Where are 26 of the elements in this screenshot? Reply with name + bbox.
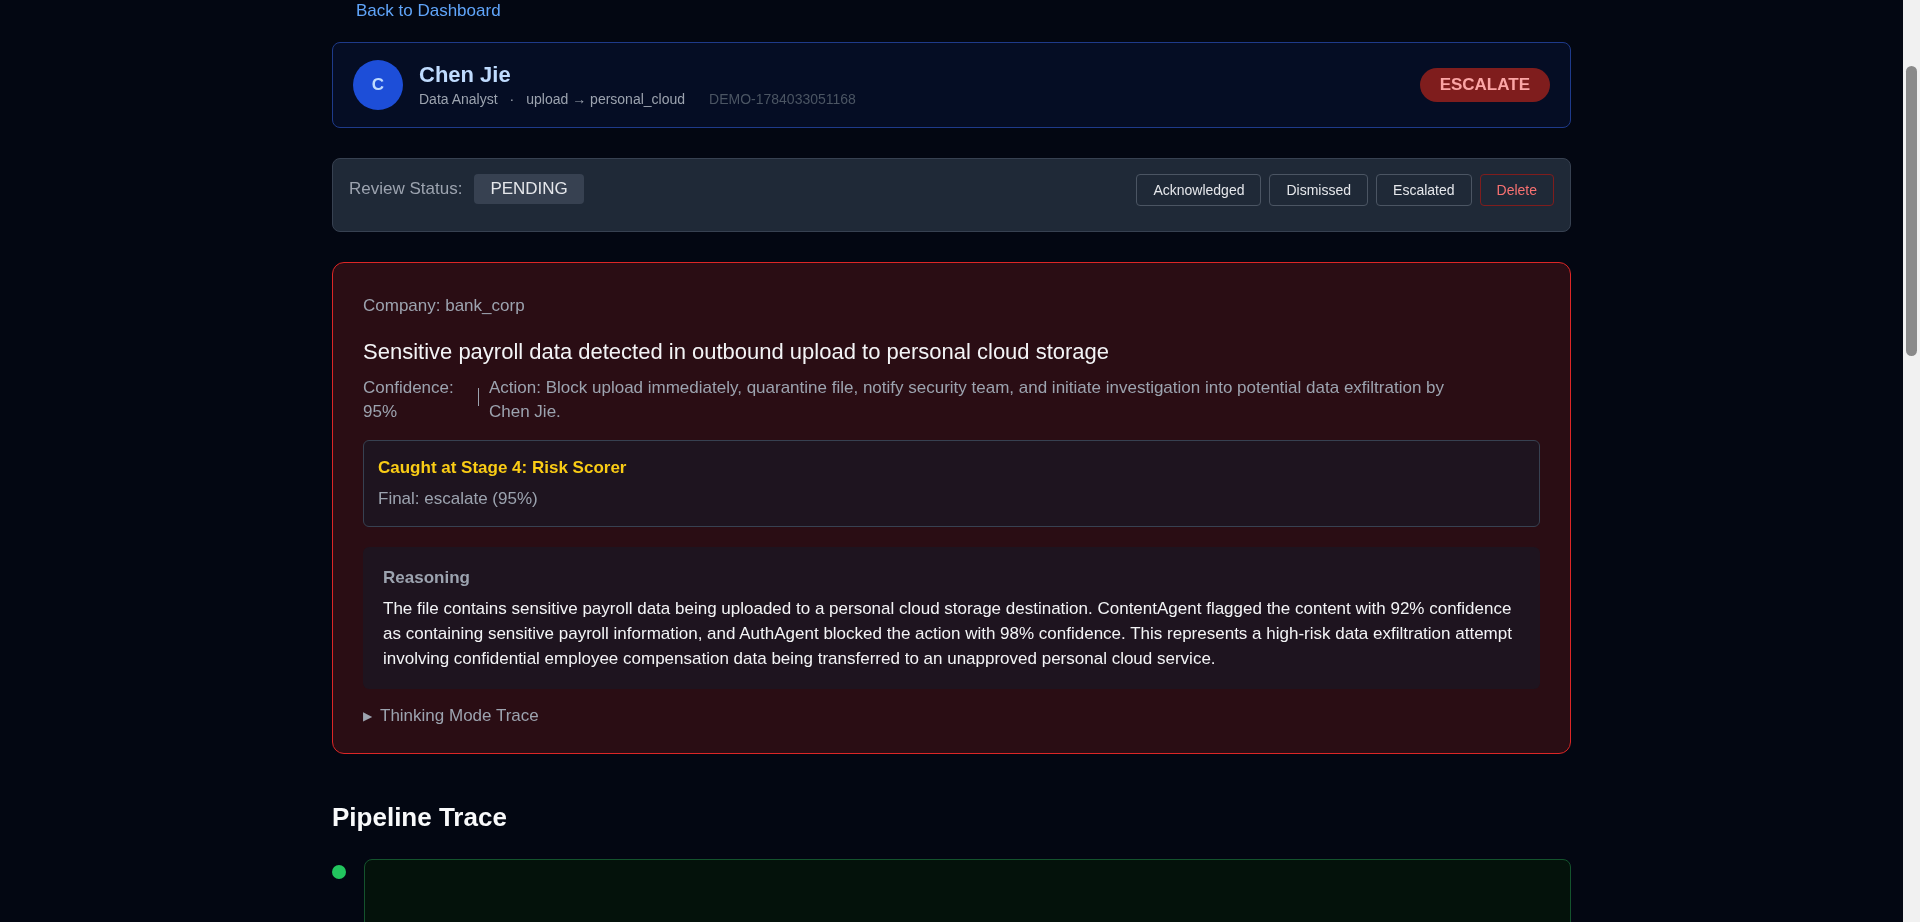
caught-stage-title: Caught at Stage 4: Risk Scorer bbox=[378, 456, 628, 479]
review-button[interactable]: Delete bbox=[1479, 174, 1554, 206]
disclosure-icon: ▶ bbox=[363, 706, 372, 725]
alert-title: Sensitive payroll data detected in outbound upload to personal cloud storage bbox=[363, 337, 1111, 366]
avatar: C bbox=[353, 60, 403, 110]
scrollbar[interactable] bbox=[1903, 0, 1920, 922]
review-button[interactable]: Dismissed bbox=[1269, 174, 1369, 206]
action-route: upload → personal_cloud bbox=[526, 89, 686, 109]
reasoning-text: The file contains sensitive payroll data being uploaded to a personal cloud storage destination. ContentAgent flagged the content with 92% confidence as containing sensitive payroll information, and AuthAgent blocked the action with 98% confidence. This represents a high-risk data exfiltration attempt involving confidential employee compensation data being transferred to an unapproved personal cloud service. bbox=[383, 598, 1513, 670]
back-link[interactable]: Back to Dashboard bbox=[332, 0, 525, 22]
confidence-text: Confidence: 95% bbox=[363, 376, 455, 423]
reasoning-heading: Reasoning bbox=[383, 566, 471, 589]
event-id: DEMO-1784033051168 bbox=[709, 89, 856, 109]
review-status-label: Review Status: bbox=[349, 178, 463, 200]
separator-dot: · bbox=[508, 89, 516, 109]
thinking-trace-toggle[interactable]: ▶ Thinking Mode Trace bbox=[363, 703, 539, 729]
company-label: Company: bank_corp bbox=[363, 295, 526, 317]
user-role: Data Analyst bbox=[419, 89, 498, 109]
final-verdict: Final: escalate (95%) bbox=[378, 488, 539, 510]
review-button[interactable]: Escalated bbox=[1376, 174, 1472, 206]
user-name: Chen Jie bbox=[419, 60, 512, 89]
action-text: Action: Block upload immediately, quarantine file, notify security team, and initiate investigation into potential data exfiltration by Chen Jie. bbox=[489, 376, 1446, 423]
verdict-badge: ESCALATE bbox=[1419, 68, 1550, 102]
review-button[interactable]: Acknowledged bbox=[1136, 174, 1262, 206]
pipeline-heading: Pipeline Trace bbox=[332, 800, 508, 834]
status-badge: PENDING bbox=[474, 174, 584, 204]
